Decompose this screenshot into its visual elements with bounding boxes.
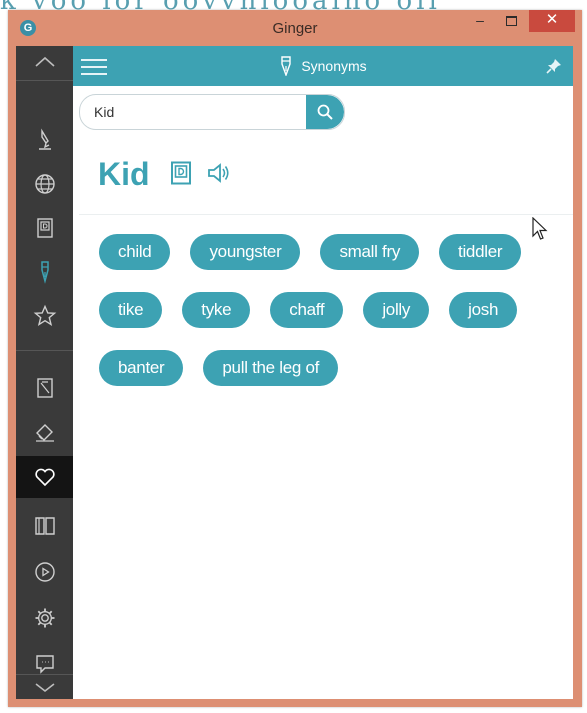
headword: Kid xyxy=(98,156,150,192)
sidebar-scroll-up-button[interactable] xyxy=(16,46,73,80)
synonym-chip[interactable]: pull the leg of xyxy=(203,350,339,386)
dictionary-icon[interactable] xyxy=(170,161,192,185)
synonym-chip[interactable]: banter xyxy=(99,350,184,386)
sidebar-item-reader[interactable] xyxy=(16,506,73,546)
globe-icon xyxy=(34,174,55,194)
mouse-cursor-icon xyxy=(532,217,548,240)
close-button[interactable]: ✕ xyxy=(529,10,575,32)
pen-icon xyxy=(38,128,51,150)
synonym-chip[interactable]: youngster xyxy=(190,234,301,270)
chevron-down-icon xyxy=(35,682,54,692)
main-panel: Synonyms Kid child youngster small fry t… xyxy=(73,46,573,699)
sidebar-item-heart[interactable] xyxy=(16,456,73,498)
pin-icon[interactable] xyxy=(545,57,563,75)
sidebar xyxy=(16,46,73,699)
book-icon xyxy=(34,517,55,535)
minimize-button[interactable]: – xyxy=(466,10,494,32)
speaker-icon[interactable] xyxy=(207,162,231,184)
panel-title: Synonyms xyxy=(73,46,573,86)
app-window: G Ginger – ✕ Synonyms Kid Kid child youn… xyxy=(8,10,582,707)
panel-header: Synonyms xyxy=(73,46,573,86)
gear-icon xyxy=(35,608,54,628)
search-icon xyxy=(317,104,333,120)
synonym-list: child youngster small fry tiddler tike t… xyxy=(99,234,559,408)
play-icon xyxy=(34,562,55,582)
synonym-chip[interactable]: small fry xyxy=(320,234,420,270)
dictionary-icon xyxy=(36,218,53,238)
synonym-chip[interactable]: jolly xyxy=(363,292,430,328)
star-icon xyxy=(33,304,56,327)
sidebar-item-settings[interactable] xyxy=(16,598,73,638)
eraser-icon xyxy=(35,424,54,442)
synonym-chip[interactable]: tiddler xyxy=(439,234,522,270)
notebook-icon xyxy=(36,378,53,398)
heart-icon xyxy=(34,468,55,487)
sidebar-scroll-down-button[interactable] xyxy=(16,676,73,699)
fountain-pen-icon xyxy=(281,56,292,76)
sidebar-item-tutorial[interactable] xyxy=(16,552,73,592)
search-button[interactable] xyxy=(306,95,344,129)
sidebar-item-rephrase[interactable] xyxy=(16,120,73,160)
sidebar-item-synonyms[interactable] xyxy=(16,252,73,292)
search-box xyxy=(79,94,345,130)
window-title: Ginger xyxy=(272,20,318,37)
synonym-chip[interactable]: chaff xyxy=(270,292,344,328)
synonym-chip[interactable]: tyke xyxy=(182,292,251,328)
sidebar-item-personal-trainer[interactable] xyxy=(16,412,73,452)
chevron-up-icon xyxy=(34,56,55,67)
sidebar-item-dictionary[interactable] xyxy=(16,208,73,248)
maximize-button[interactable] xyxy=(497,10,525,32)
synonym-chip[interactable]: josh xyxy=(449,292,518,328)
panel-title-text: Synonyms xyxy=(301,58,367,74)
synonym-chip[interactable]: tike xyxy=(99,292,163,328)
sidebar-item-notebook[interactable] xyxy=(16,368,73,408)
search-input[interactable] xyxy=(94,95,304,129)
synonym-chip[interactable]: child xyxy=(99,234,171,270)
sidebar-item-favorites[interactable] xyxy=(16,296,73,336)
sidebar-item-translate[interactable] xyxy=(16,164,73,204)
title-bar: G Ginger – ✕ xyxy=(8,10,582,46)
chat-icon xyxy=(35,655,54,674)
fountain-pen-icon xyxy=(40,261,49,284)
header-divider xyxy=(79,214,573,215)
